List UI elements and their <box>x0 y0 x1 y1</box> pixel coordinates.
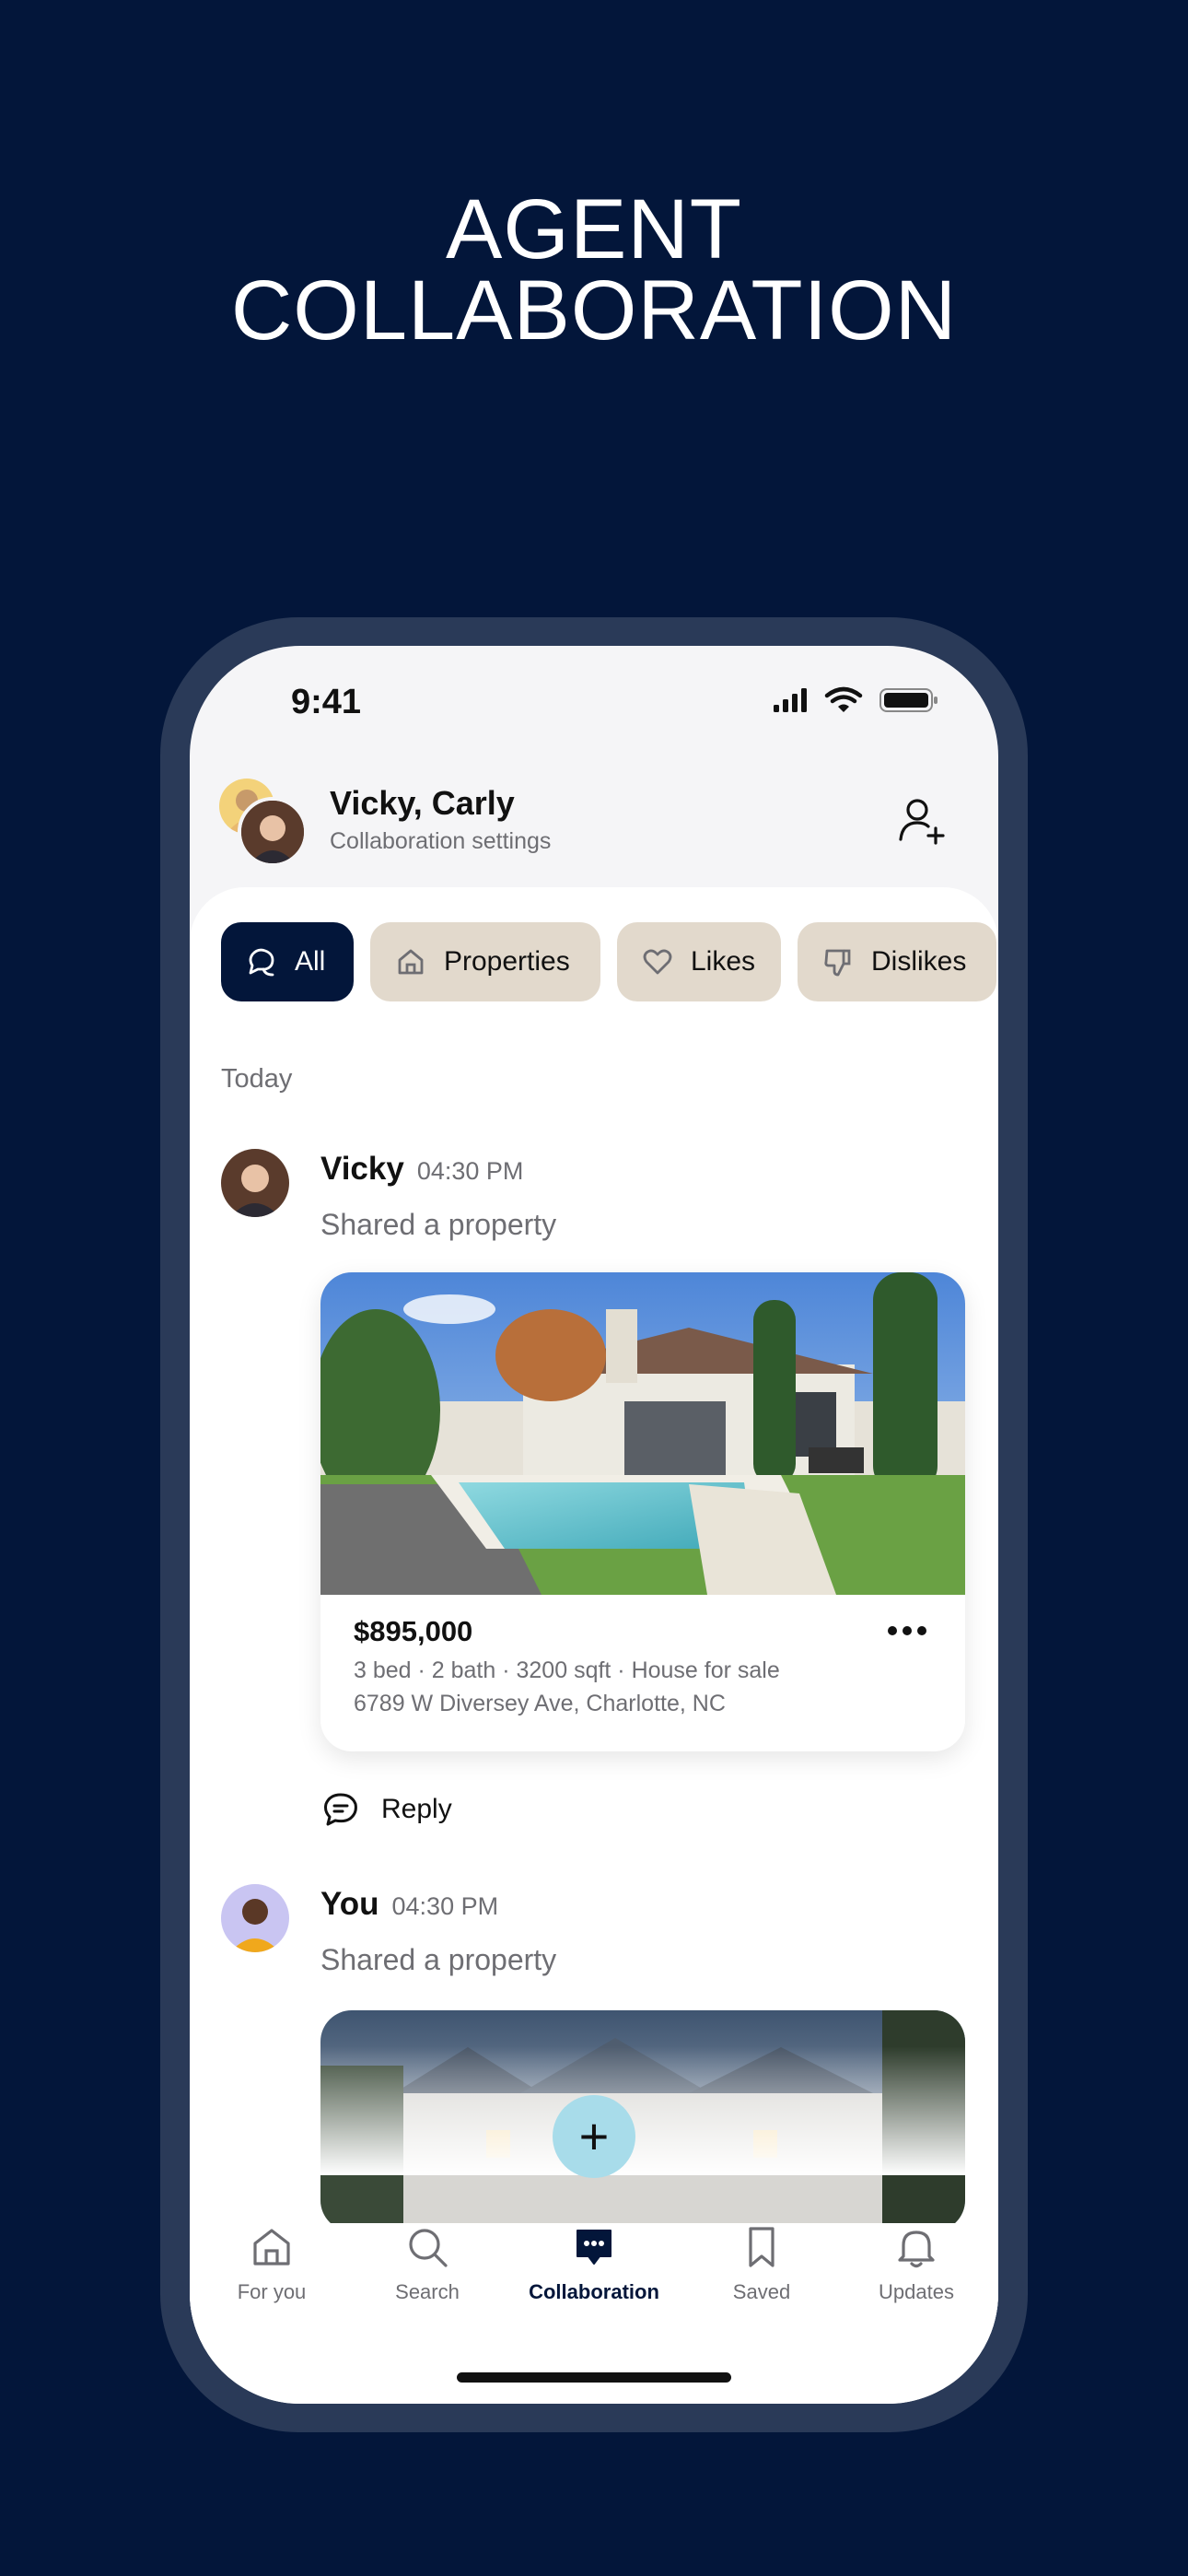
property-address: 6789 W Diversey Ave, Charlotte, NC <box>354 1691 726 1716</box>
filter-chips: All Properties Likes Dislikes <box>221 922 998 1001</box>
tab-label: Collaboration <box>529 2280 659 2303</box>
tab-label: Saved <box>732 2280 791 2303</box>
chat-bubbles-icon <box>249 948 274 977</box>
wifi-icon <box>824 686 863 712</box>
bell-icon <box>898 2231 935 2268</box>
tab-updates[interactable]: Updates <box>838 2223 995 2304</box>
bookmark-icon <box>749 2227 775 2267</box>
filter-chip-properties[interactable]: Properties <box>370 922 600 1001</box>
chat-icon <box>577 2230 611 2265</box>
reply-button[interactable]: Reply <box>320 1788 452 1831</box>
message-author: You 04:30 PM <box>320 1886 498 1923</box>
conversation-header[interactable]: Vicky, Carly Collaboration settings <box>190 775 998 876</box>
filter-chip-label: Likes <box>691 946 756 977</box>
more-options-icon[interactable] <box>886 1619 928 1643</box>
reply-bubble-icon <box>324 1793 357 1826</box>
tab-label: For you <box>237 2280 307 2303</box>
filter-chip-all[interactable]: All <box>221 922 354 1001</box>
headline-line-1: AGENT <box>446 182 742 276</box>
tab-label: Search <box>395 2280 460 2303</box>
phone-screen: 9:41 Vicky, Carly Collaboration settings… <box>190 646 998 2404</box>
message-author: Vicky 04:30 PM <box>320 1151 523 1188</box>
filter-chip-label: Dislikes <box>871 946 967 977</box>
status-icons <box>774 686 938 712</box>
battery-icon <box>879 688 938 712</box>
message-text: Shared a property <box>320 1208 557 1241</box>
tab-search[interactable]: Search <box>349 2223 506 2304</box>
tab-label: Updates <box>879 2280 954 2303</box>
house-icon <box>398 949 424 975</box>
avatar-vicky <box>238 797 308 867</box>
headline-line-2: COLLABORATION <box>230 263 958 357</box>
property-details: 3 bed · 2 bath · 3200 sqft · House for s… <box>354 1657 780 1683</box>
property-card[interactable]: $895,000 3 bed · 2 bath · 3200 sqft · Ho… <box>320 1272 965 1751</box>
heart-icon <box>643 949 672 975</box>
conversation-title: Vicky, Carly <box>330 784 515 822</box>
home-indicator[interactable] <box>457 2372 731 2383</box>
tab-saved[interactable]: Saved <box>683 2223 840 2304</box>
signal-icon <box>774 688 807 712</box>
tab-for-you[interactable]: For you <box>193 2223 350 2304</box>
avatar-vicky[interactable] <box>221 1149 289 1217</box>
add-person-icon[interactable] <box>895 793 950 849</box>
filter-chip-likes[interactable]: Likes <box>617 922 781 1001</box>
message-text: Shared a property <box>320 1943 557 1976</box>
day-label: Today <box>221 1064 293 1094</box>
property-price: $895,000 <box>354 1615 473 1647</box>
message-author-name: Vicky <box>320 1151 404 1187</box>
tab-bar: For you Search Collaboration Saved Updat… <box>190 2223 998 2334</box>
add-button[interactable]: + <box>553 2095 635 2178</box>
message-time: 04:30 PM <box>391 1892 499 1920</box>
collaboration-settings-link[interactable]: Collaboration settings <box>330 828 551 855</box>
message-author-name: You <box>320 1886 379 1922</box>
tab-collaboration[interactable]: Collaboration <box>516 2223 672 2304</box>
filter-chip-dislikes[interactable]: Dislikes <box>798 922 996 1001</box>
avatar-stack <box>219 779 311 871</box>
thumbs-down-icon <box>824 949 851 977</box>
headline: AGENT COLLABORATION <box>0 182 1188 357</box>
filter-chip-label: Properties <box>444 946 570 977</box>
property-photo <box>320 1272 965 1595</box>
avatar-you[interactable] <box>221 1884 289 1952</box>
home-icon <box>253 2229 290 2266</box>
reply-label: Reply <box>381 1794 452 1824</box>
message-time: 04:30 PM <box>416 1157 524 1185</box>
search-icon <box>409 2229 448 2267</box>
filter-chip-label: All <box>295 946 326 977</box>
status-time: 9:41 <box>291 683 362 721</box>
